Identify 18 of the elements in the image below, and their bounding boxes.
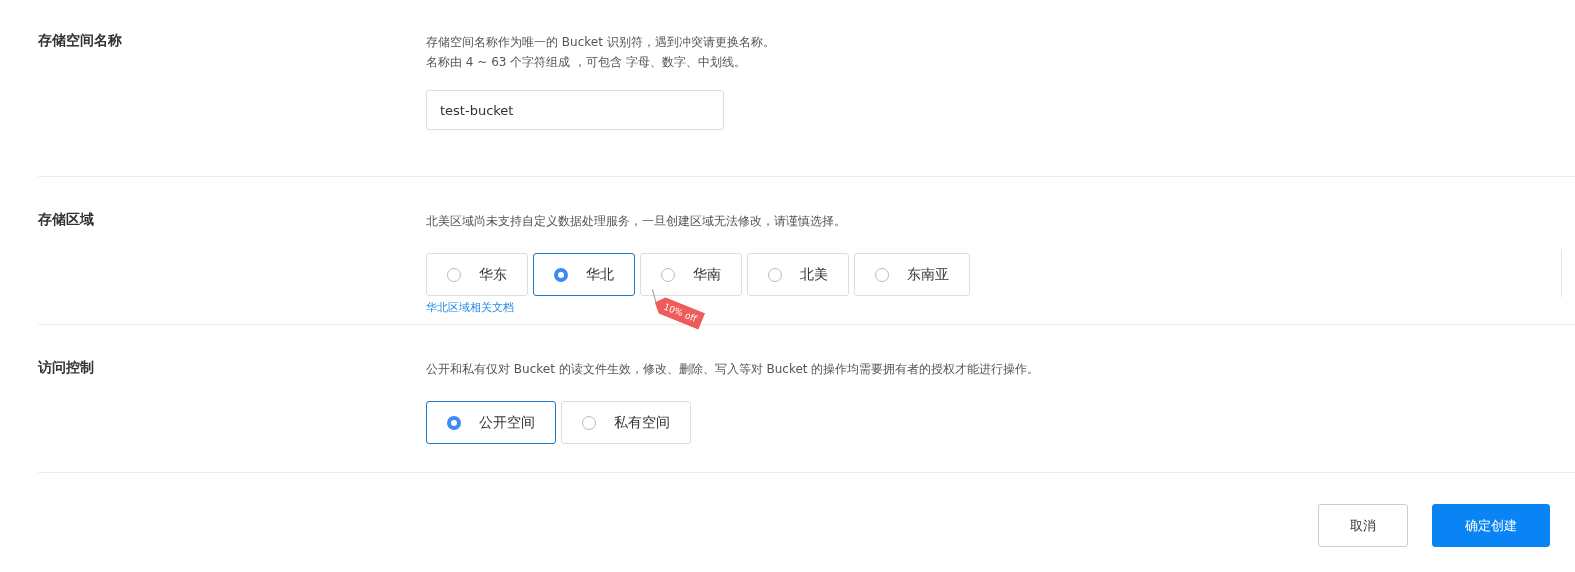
name-input-field[interactable]: test-bucket <box>426 90 724 130</box>
radio-option[interactable]: 华东 <box>426 253 528 296</box>
radio-option[interactable]: 公开空间 <box>426 401 556 444</box>
description-text: 名称由 4 ~ 63 个字符组成 ，可包含 字母、数字、中划线。 <box>426 54 747 71</box>
section-label: 访问控制 <box>38 359 95 377</box>
radio-option[interactable]: 东南亚 <box>854 253 970 296</box>
section-label: 存储空间名称 <box>38 32 123 50</box>
description-text: 北美区域尚未支持自定义数据处理服务，一旦创建区域无法修改，请谨慎选择。 <box>426 213 847 230</box>
radio-option[interactable]: 北美 <box>747 253 849 296</box>
docs-link[interactable]: 华北区域相关文档 <box>426 300 514 315</box>
radio-option[interactable]: 私有空间 <box>561 401 691 444</box>
description-text: 存储空间名称作为唯一的 Bucket 识别符，遇到冲突请更换名称。 <box>426 34 775 51</box>
cancel-button[interactable]: 取消 <box>1318 504 1408 547</box>
radio-option[interactable]: 华南 <box>640 253 742 296</box>
create-button[interactable]: 确定创建 <box>1432 504 1550 547</box>
section-label: 存储区域 <box>38 211 95 229</box>
radio-option[interactable]: 华北 <box>533 253 635 296</box>
description-text: 公开和私有仅对 Bucket 的读文件生效，修改、删除、写入等对 Bucket 的操作均需要拥有者的授权才能进行操作。 <box>426 361 1040 378</box>
